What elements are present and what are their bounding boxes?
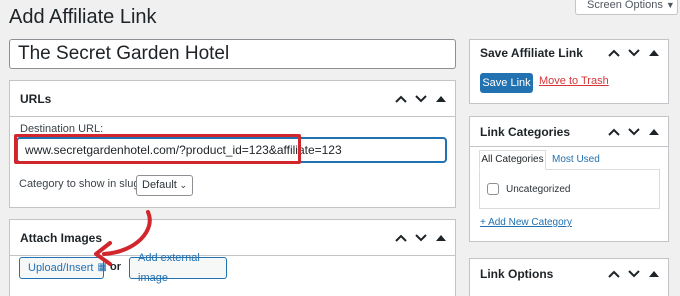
collapse-icon[interactable] (431, 89, 451, 109)
save-link-button[interactable]: Save Link (480, 73, 533, 93)
collapse-icon[interactable] (644, 122, 664, 142)
move-up-icon[interactable] (604, 264, 624, 284)
slug-category-label: Category to show in slug: (19, 178, 143, 190)
destination-url-label: Destination URL: (20, 123, 104, 135)
caret-down-icon: ▼ (665, 0, 675, 10)
screen-options-label: Screen Options (587, 0, 663, 11)
move-down-icon[interactable] (411, 89, 431, 109)
link-options-panel: Link Options (469, 258, 669, 296)
annotation-arrow (94, 210, 152, 266)
save-panel: Save Affiliate Link (469, 39, 669, 104)
save-panel-title: Save Affiliate Link (480, 46, 583, 60)
move-down-icon[interactable] (411, 228, 431, 248)
link-categories-header: Link Categories (470, 117, 668, 147)
slug-category-select[interactable]: Default ⌄ (136, 175, 193, 196)
collapse-icon[interactable] (644, 264, 664, 284)
chevron-down-icon: ⌄ (179, 180, 187, 190)
urls-panel-header: URLs (10, 81, 455, 117)
urls-panel-title: URLs (20, 91, 52, 106)
move-down-icon[interactable] (624, 122, 644, 142)
collapse-icon[interactable] (644, 43, 664, 63)
screen-options-button[interactable]: Screen Options ▼ (575, 0, 678, 15)
move-up-icon[interactable] (391, 228, 411, 248)
move-up-icon[interactable] (604, 43, 624, 63)
link-categories-title: Link Categories (480, 124, 571, 139)
destination-url-input[interactable]: www.secretgardenhotel.com/?product_id=12… (17, 138, 446, 162)
link-options-header: Link Options (470, 259, 668, 289)
slug-category-value: Default (142, 179, 177, 191)
move-down-icon[interactable] (624, 43, 644, 63)
move-up-icon[interactable] (391, 89, 411, 109)
link-options-title: Link Options (480, 267, 554, 281)
page-title: Add Affiliate Link (9, 6, 157, 28)
tab-most-used[interactable]: Most Used (552, 154, 600, 165)
uncategorized-checkbox[interactable] (487, 183, 499, 195)
uncategorized-label: Uncategorized (506, 184, 571, 195)
collapse-icon[interactable] (431, 228, 451, 248)
move-up-icon[interactable] (604, 122, 624, 142)
link-title-input[interactable]: The Secret Garden Hotel (9, 39, 456, 69)
save-panel-header: Save Affiliate Link (470, 40, 668, 66)
add-new-category-link[interactable]: + Add New Category (480, 217, 572, 228)
tab-all-categories[interactable]: All Categories (479, 150, 546, 170)
move-down-icon[interactable] (624, 264, 644, 284)
move-to-trash-link[interactable]: Move to Trash (539, 75, 609, 87)
